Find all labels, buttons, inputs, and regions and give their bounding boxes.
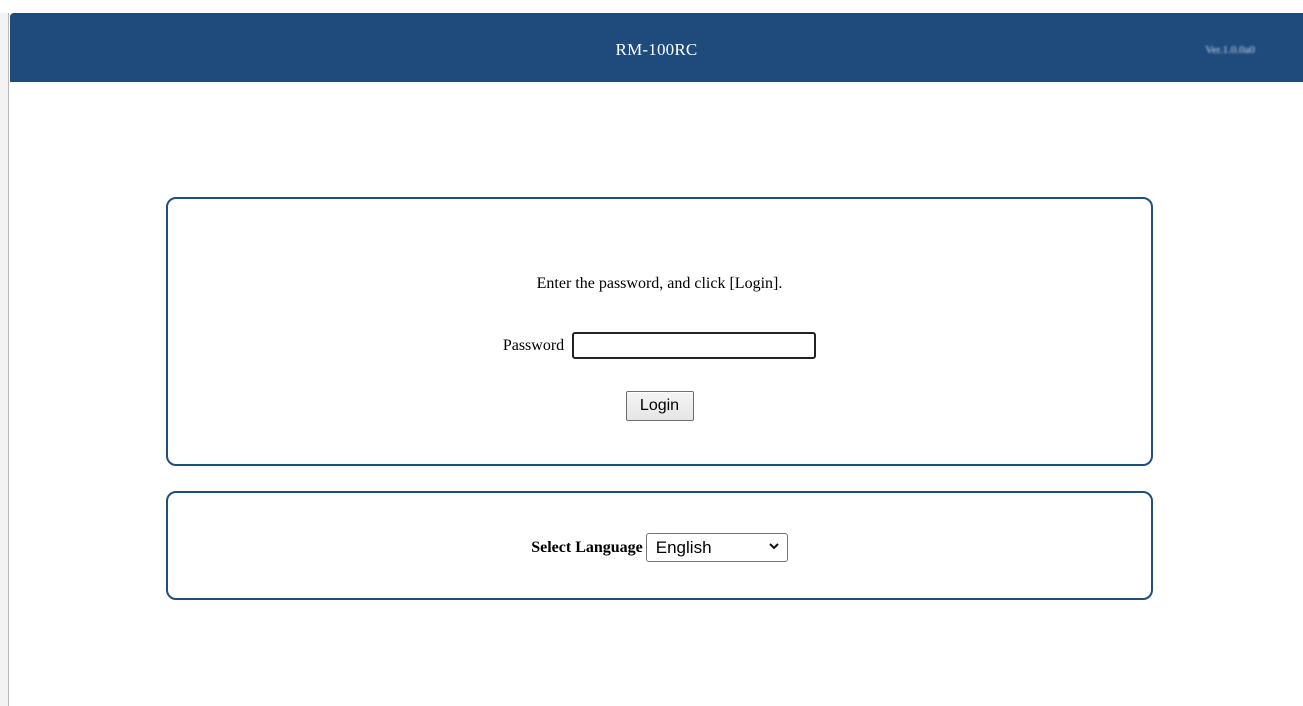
password-row: Password [168,332,1151,359]
login-panel: Enter the password, and click [Login]. P… [166,197,1153,466]
left-window-border [0,13,9,706]
language-row: Select Language English [168,533,1151,562]
login-instruction: Enter the password, and click [Login]. [536,275,783,292]
app-header: RM-100RC Ver.1.0.0a0 [10,13,1303,82]
language-selected-value: English [655,537,712,557]
login-button[interactable]: Login [625,391,694,421]
password-input[interactable] [572,332,817,359]
chevron-down-icon [769,543,779,550]
version-label: Ver.1.0.0a0 [1205,44,1255,56]
device-title: RM-100RC [615,40,698,59]
password-label: Password [502,336,565,354]
login-page: RM-100RC Ver.1.0.0a0 Enter the password,… [0,0,1303,706]
select-language-label: Select Language [531,538,643,556]
login-button-row: Login [168,391,1151,421]
window-top-space [0,0,1303,13]
language-panel: Select Language English [166,491,1153,600]
language-select[interactable]: English [645,533,788,562]
